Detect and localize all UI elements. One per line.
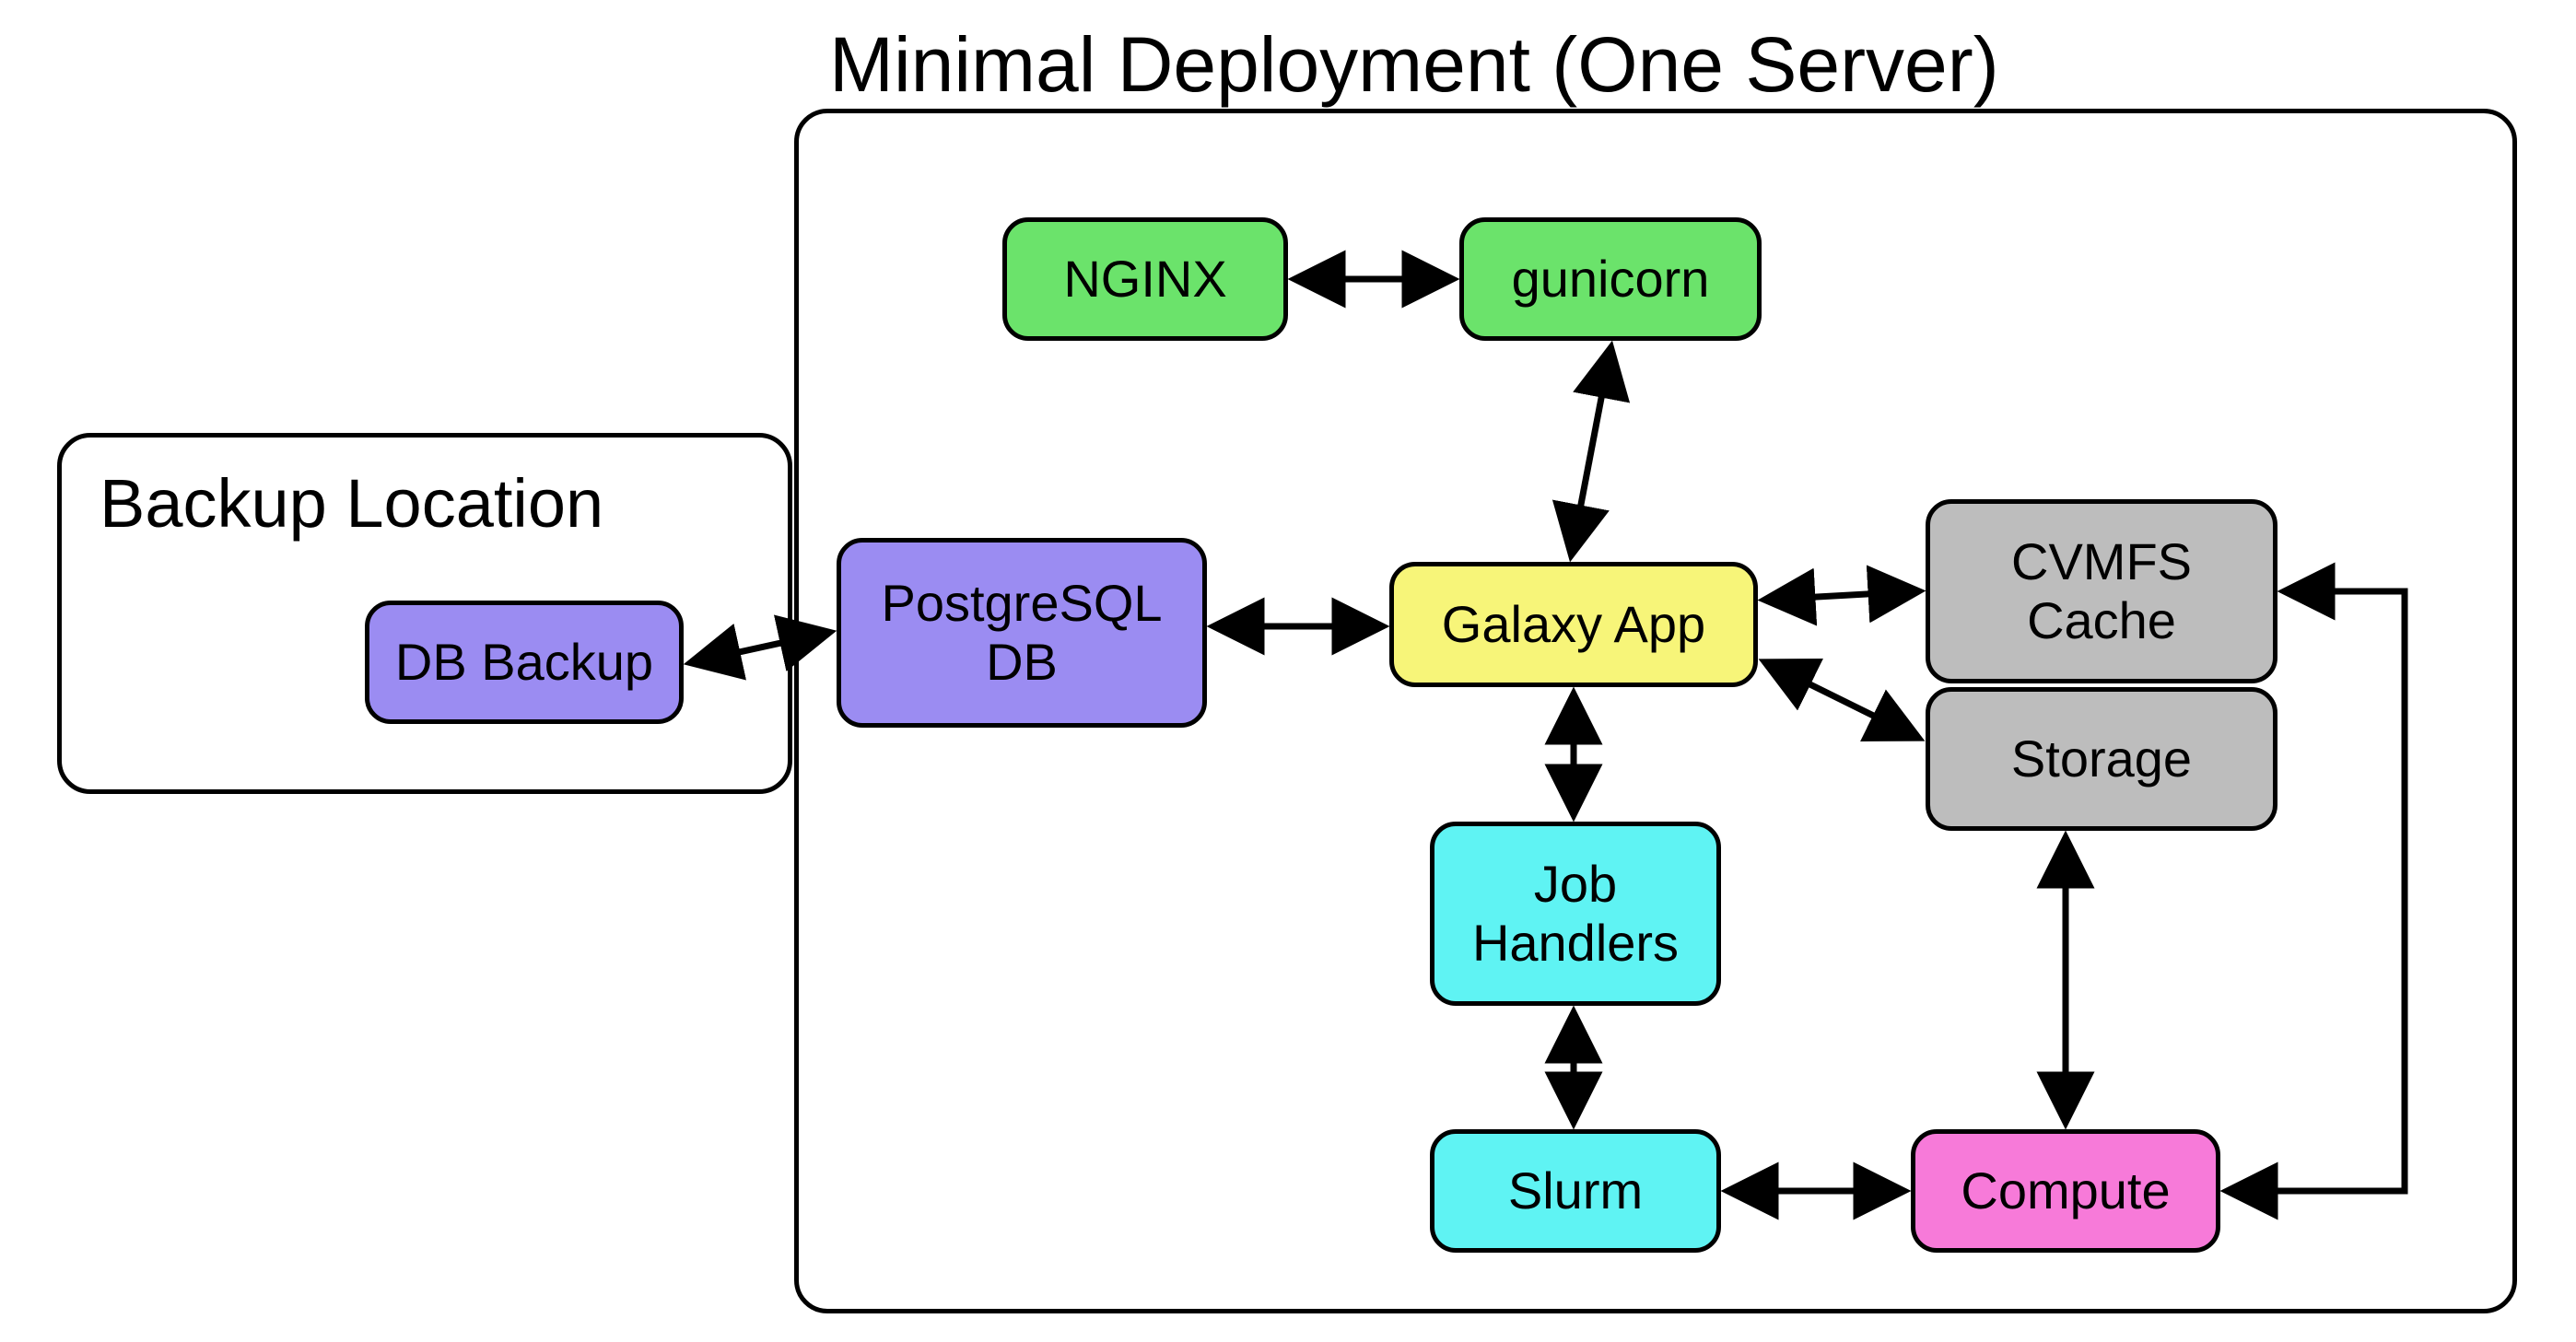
node-nginx: NGINX [1002,217,1288,341]
node-job-handlers: Job Handlers [1430,822,1721,1006]
title-backup: Backup Location [100,464,603,543]
diagram-stage: Minimal Deployment (One Server) Backup L… [0,0,2576,1342]
node-cvmfs: CVMFS Cache [1926,499,2277,683]
node-storage: Storage [1926,687,2277,831]
node-compute: Compute [1911,1129,2220,1253]
title-main: Minimal Deployment (One Server) [829,20,1999,110]
node-postgres: PostgreSQL DB [837,538,1207,728]
node-db-backup: DB Backup [365,601,684,724]
node-slurm: Slurm [1430,1129,1721,1253]
node-galaxy: Galaxy App [1389,562,1758,687]
node-gunicorn: gunicorn [1459,217,1762,341]
